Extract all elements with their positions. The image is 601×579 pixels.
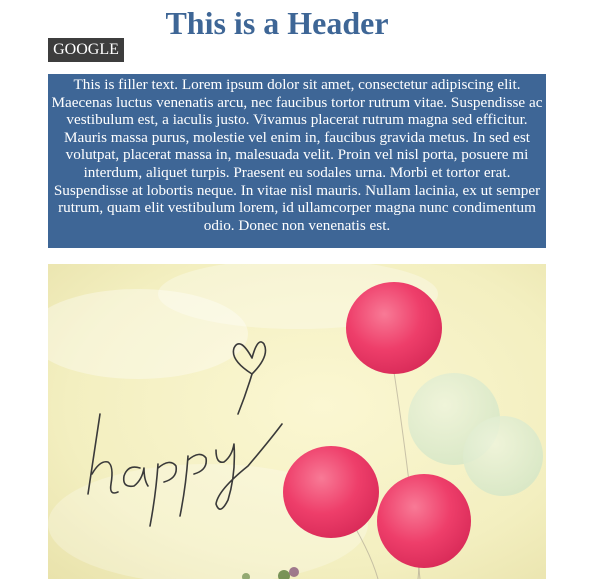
red-balloon: [283, 446, 379, 538]
faded-balloon: [463, 416, 543, 496]
page: This is a Header GOOGLE This is filler t…: [0, 0, 601, 579]
page-header: This is a Header: [165, 5, 389, 41]
red-balloon: [346, 282, 442, 374]
google-link-button[interactable]: GOOGLE: [48, 38, 124, 62]
photo-illustration: [48, 264, 546, 579]
red-balloon: [377, 474, 471, 568]
happy-balloons-image: [48, 264, 546, 579]
filler-text-block: This is filler text. Lorem ipsum dolor s…: [48, 74, 546, 248]
